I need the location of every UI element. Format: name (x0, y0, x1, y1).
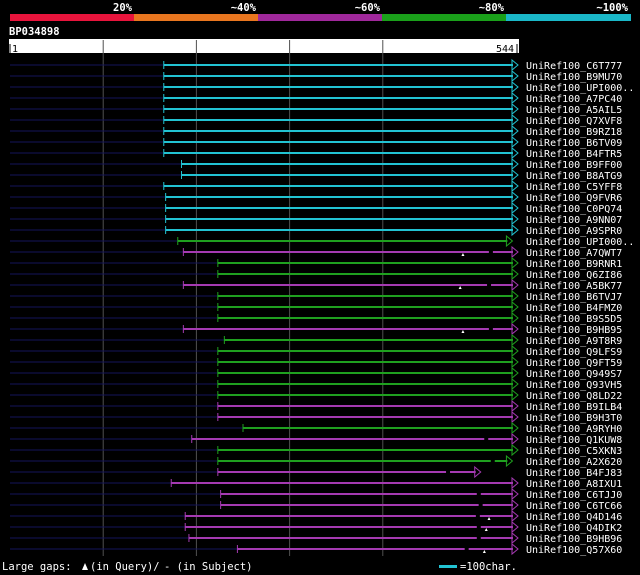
footer-scale-text: =100char. (460, 561, 517, 573)
query-end-label: 544 (496, 44, 514, 55)
legend-label: ~40% (231, 2, 257, 14)
hit-label[interactable]: UniRef100_C6TJJ0 (526, 490, 622, 501)
hit-label[interactable]: UniRef100_B4FMZ0 (526, 303, 622, 314)
query-ruler (9, 44, 519, 53)
hit-label[interactable]: UniRef100_A8IXU1 (526, 479, 622, 490)
hit-label[interactable]: UniRef100_C5YFF8 (526, 182, 622, 193)
hit-label[interactable]: UniRef100_C5XKN3 (526, 446, 622, 457)
hit-label[interactable]: UniRef100_B9H3T0 (526, 413, 622, 424)
hit-label[interactable]: UniRef100_Q57X60 (526, 545, 622, 556)
query-start-label: 1 (12, 44, 18, 55)
hit-label[interactable]: UniRef100_A9SPR0 (526, 226, 622, 237)
hit-label[interactable]: UniRef100_A9T8R9 (526, 336, 622, 347)
hit-label[interactable]: UniRef100_UPI000.. (526, 83, 634, 94)
hit-label[interactable]: UniRef100_A5BK77 (526, 281, 622, 292)
hit-label[interactable]: UniRef100_Q8LD22 (526, 391, 622, 402)
hit-label[interactable]: UniRef100_B9ILB4 (526, 402, 622, 413)
hit-label[interactable]: UniRef100_Q9FT59 (526, 358, 622, 369)
hit-label[interactable]: UniRef100_B6TV09 (526, 138, 622, 149)
legend-label: ~60% (355, 2, 381, 14)
query-scale-bar (9, 39, 519, 44)
hit-label[interactable]: UniRef100_Q9LFS9 (526, 347, 622, 358)
hit-label[interactable]: UniRef100_UPI000.. (526, 237, 634, 248)
hit-label[interactable]: UniRef100_B9RZ18 (526, 127, 622, 138)
hit-label[interactable]: UniRef100_Q9FVR6 (526, 193, 622, 204)
hit-label[interactable]: UniRef100_Q4D146 (526, 512, 622, 523)
hit-label[interactable]: UniRef100_Q93VH5 (526, 380, 622, 391)
hit-label[interactable]: UniRef100_A2X620 (526, 457, 622, 468)
footer-gaps-prefix: Large gaps: (2, 561, 72, 573)
hit-label[interactable]: UniRef100_Q6ZI86 (526, 270, 622, 281)
footer-subject-gap-text: - (in Subject) (164, 561, 253, 573)
hit-label[interactable]: UniRef100_B9RNR1 (526, 259, 622, 270)
hit-label[interactable]: UniRef100_A7PC40 (526, 94, 622, 105)
footer-query-gap-text: (in Query)/ (90, 561, 160, 573)
hit-label[interactable]: UniRef100_Q949S7 (526, 369, 622, 380)
hit-label[interactable]: UniRef100_B9S5D5 (526, 314, 622, 325)
hit-label[interactable]: UniRef100_C6T777 (526, 61, 622, 72)
legend-label: ~80% (479, 2, 505, 14)
hit-label[interactable]: UniRef100_A5AIL5 (526, 105, 622, 116)
hit-label[interactable]: UniRef100_B9MU70 (526, 72, 622, 83)
hit-label[interactable]: UniRef100_B4FJ83 (526, 468, 622, 479)
legend-label: 20% (113, 2, 133, 14)
hit-label[interactable]: UniRef100_Q7XVF8 (526, 116, 622, 127)
legend-label: ~100% (596, 2, 628, 14)
hit-label[interactable]: UniRef100_B6TVJ7 (526, 292, 622, 303)
legend-segment (258, 14, 382, 21)
hit-label[interactable]: UniRef100_A7QWT7 (526, 248, 622, 259)
hit-label[interactable]: UniRef100_B9HB95 (526, 325, 622, 336)
hit-label[interactable]: UniRef100_B4FTR5 (526, 149, 622, 160)
legend-segment (382, 14, 506, 21)
hit-label[interactable]: UniRef100_A9RYH0 (526, 424, 622, 435)
hit-label[interactable]: UniRef100_Q1KUW8 (526, 435, 622, 446)
query-accession: BP034898 (9, 26, 60, 38)
hit-label[interactable]: UniRef100_A9NN07 (526, 215, 622, 226)
hit-label[interactable]: UniRef100_B8ATG9 (526, 171, 622, 182)
scale-swatch (439, 565, 457, 568)
legend-segment (10, 14, 134, 21)
legend-segment (134, 14, 258, 21)
legend-segment (506, 14, 631, 21)
hit-label[interactable]: UniRef100_Q4DIK2 (526, 523, 622, 534)
hit-label[interactable]: UniRef100_B9HB96 (526, 534, 622, 545)
hit-label[interactable]: UniRef100_C6TC66 (526, 501, 622, 512)
hit-label[interactable]: UniRef100_B9FF00 (526, 160, 622, 171)
hit-label[interactable]: UniRef100_C0PQ74 (526, 204, 622, 215)
alignment-graphic: 20% ~40% ~60% ~80% ~100% BP034898 1 544 UniR… (0, 0, 640, 575)
